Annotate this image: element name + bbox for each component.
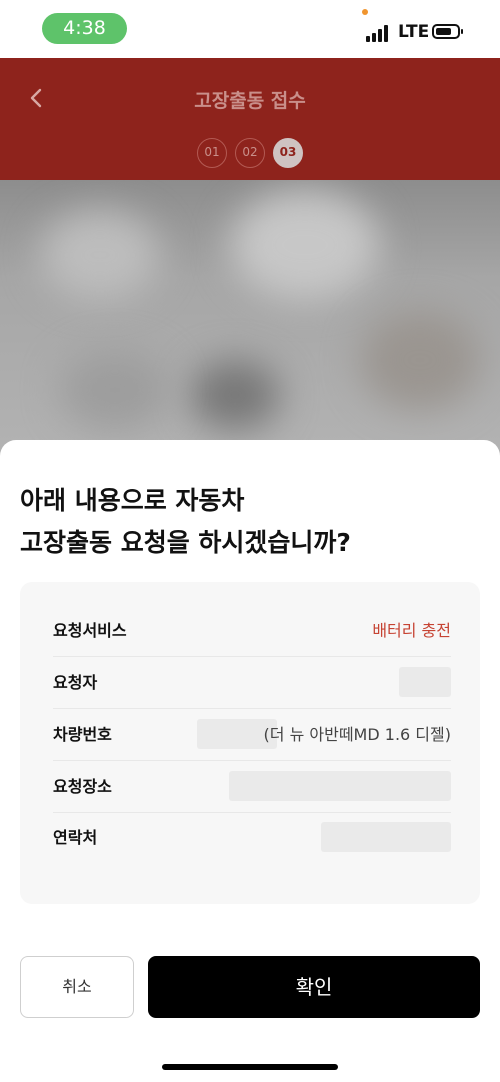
step-01: 01 <box>197 138 227 168</box>
privacy-indicator-dot <box>362 9 368 15</box>
redacted-value <box>321 822 451 852</box>
row-contact: 연락처 <box>53 812 451 863</box>
row-label: 연락처 <box>53 828 98 847</box>
confirm-button[interactable]: 확인 <box>148 956 480 1018</box>
cancel-button[interactable]: 취소 <box>20 956 134 1018</box>
row-value: 배터리 충전 <box>372 621 451 640</box>
blurred-background <box>0 180 500 460</box>
row-location: 요청장소 <box>53 761 451 813</box>
sheet-title: 아래 내용으로 자동차 고장출동 요청을 하시겠습니까? <box>20 480 351 564</box>
status-time: 4:38 <box>42 13 127 44</box>
sheet-title-line-2: 고장출동 요청을 하시겠습니까? <box>20 528 351 557</box>
battery-icon <box>432 24 463 39</box>
redacted-value <box>229 771 451 801</box>
row-service: 요청서비스 배터리 충전 <box>53 605 451 657</box>
page-title: 고장출동 접수 <box>194 90 306 112</box>
step-03-active: 03 <box>273 138 303 168</box>
home-indicator <box>162 1064 338 1070</box>
app-header: 고장출동 접수 01 02 03 <box>0 58 500 180</box>
status-bar: 4:38 LTE <box>0 0 500 58</box>
confirm-bottom-sheet: 아래 내용으로 자동차 고장출동 요청을 하시겠습니까? 요청서비스 배터리 충… <box>0 440 500 1082</box>
row-label: 차량번호 <box>53 725 112 744</box>
row-label: 요청서비스 <box>53 621 127 640</box>
network-type: LTE <box>398 22 430 42</box>
row-label: 요청장소 <box>53 777 112 796</box>
signal-icon <box>366 24 392 42</box>
step-indicator: 01 02 03 <box>197 138 303 168</box>
step-02: 02 <box>235 138 265 168</box>
redacted-value <box>399 667 451 697</box>
sheet-title-line-1: 아래 내용으로 자동차 <box>20 486 245 515</box>
request-info-card: 요청서비스 배터리 충전 요청자 차량번호 (더 뉴 아반떼MD 1.6 디젤)… <box>20 582 480 904</box>
row-value: (더 뉴 아반떼MD 1.6 디젤) <box>263 725 451 744</box>
row-vehicle-number: 차량번호 (더 뉴 아반떼MD 1.6 디젤) <box>53 709 451 761</box>
row-label: 요청자 <box>53 673 98 692</box>
row-requester: 요청자 <box>53 657 451 709</box>
